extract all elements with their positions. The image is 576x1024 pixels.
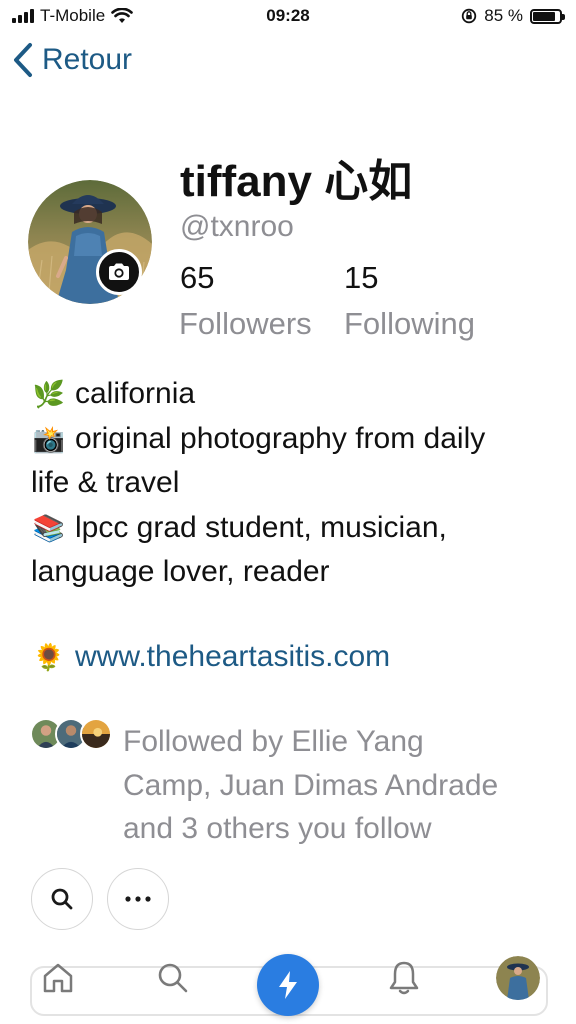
sunflower-icon: 🌻 (32, 642, 66, 672)
more-icon (125, 896, 151, 902)
back-button[interactable]: Retour (12, 42, 132, 78)
status-bar-right: 85 % (461, 6, 565, 26)
tab-home[interactable] (38, 958, 78, 998)
bio-line: life & travel (31, 461, 551, 506)
search-icon (51, 888, 73, 910)
back-label: Retour (42, 43, 133, 76)
profile-name: tiffany 心如 (180, 157, 413, 206)
bio-line: language lover, reader (31, 550, 551, 595)
followed-by-line: Followed by Ellie Yang (123, 725, 424, 758)
bio-text: california (75, 377, 196, 410)
chevron-left-icon (14, 43, 32, 77)
camera-icon (109, 263, 129, 280)
following-label[interactable]: Following (344, 306, 475, 342)
profile-bio: 🌿 california 📸 original photography from d… (31, 372, 551, 595)
search-profile-button[interactable] (31, 868, 93, 930)
followers-count[interactable]: 65 (180, 260, 214, 296)
home-icon (43, 963, 73, 993)
mutual-avatars (30, 718, 114, 754)
more-options-button[interactable] (107, 868, 169, 930)
bell-icon (389, 961, 419, 995)
bio-text: lpcc grad student, musician, (75, 510, 447, 544)
status-bar: T-Mobile 09:28 85 % (0, 0, 576, 34)
battery-icon (530, 8, 565, 24)
camera-flash-icon: 📸 (32, 423, 66, 454)
bio-line: 📚 lpcc grad student, musician, (31, 506, 551, 551)
tab-profile[interactable] (496, 956, 540, 1000)
followed-by-text: Followed by Ellie Yang Camp, Juan Dimas … (123, 720, 553, 851)
website-row: 🌻 www.theheartasitis.com (31, 640, 390, 674)
website-link[interactable]: www.theheartasitis.com (75, 640, 390, 673)
lightning-icon (279, 971, 297, 999)
followed-by-line: and 3 others you follow (123, 812, 432, 845)
battery-percent: 85 % (484, 6, 523, 25)
followers-label[interactable]: Followers (179, 306, 312, 342)
bio-line: 🌿 california (31, 372, 551, 417)
leaf-icon: 🌿 (32, 379, 66, 409)
rotation-lock-icon (462, 8, 477, 24)
change-photo-button[interactable] (96, 249, 142, 295)
following-count[interactable]: 15 (344, 260, 378, 296)
bio-line: 📸 original photography from daily (31, 417, 551, 462)
bio-text: life & travel (31, 466, 180, 499)
tab-notifications[interactable] (384, 956, 424, 1000)
followed-by-line: Camp, Juan Dimas Andrade (123, 768, 499, 802)
books-icon: 📚 (32, 512, 66, 543)
tab-search[interactable] (153, 958, 193, 998)
compose-button[interactable] (257, 954, 319, 1016)
profile-handle: @txnroo (180, 210, 294, 243)
bio-text: language lover, reader (31, 555, 330, 588)
avatar (80, 718, 112, 750)
avatar (496, 956, 540, 1000)
bio-text: original photography from daily (75, 421, 486, 455)
search-icon (158, 963, 188, 993)
